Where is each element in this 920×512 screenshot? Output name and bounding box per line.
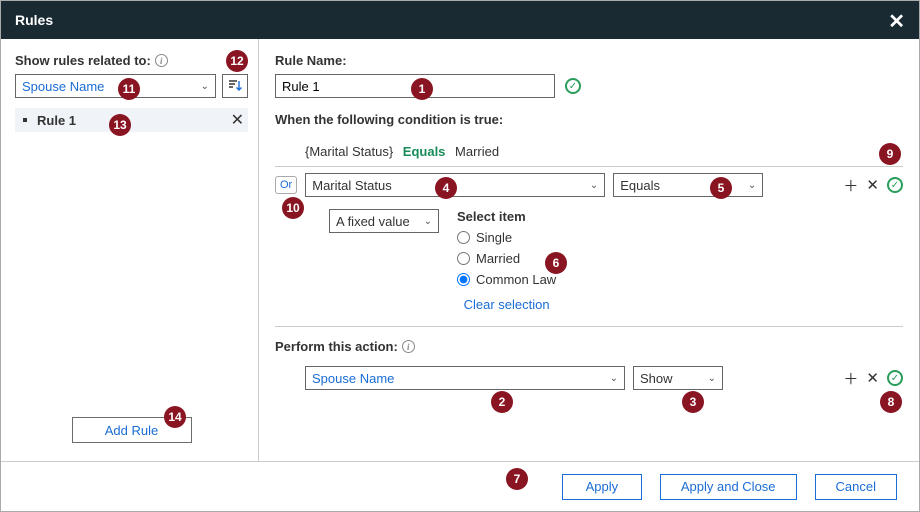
remove-action-icon[interactable]: ✕ xyxy=(866,369,879,387)
chevron-down-icon: ⌄ xyxy=(590,180,598,191)
filter-select[interactable]: Spouse Name ⌄ xyxy=(15,74,216,98)
chevron-down-icon: ⌄ xyxy=(748,180,756,191)
value-radio-group: Single Married Common Law xyxy=(457,230,556,287)
sort-button[interactable] xyxy=(222,74,248,98)
field-select[interactable]: Marital Status ⌄ xyxy=(305,173,605,197)
info-icon[interactable]: i xyxy=(402,340,415,353)
or-toggle[interactable]: Or xyxy=(275,176,297,194)
modal-footer: Apply Apply and Close Cancel xyxy=(1,461,919,511)
info-icon[interactable]: i xyxy=(155,54,168,67)
chevron-down-icon: ⌄ xyxy=(424,216,432,227)
apply-button[interactable]: Apply xyxy=(562,474,642,500)
right-panel: Rule Name: ✓ When the following conditio… xyxy=(259,39,919,461)
operator-select[interactable]: Equals ⌄ xyxy=(613,173,763,197)
perform-action-label: Perform this action: i xyxy=(275,339,903,354)
select-item-label: Select item xyxy=(457,209,556,224)
value-type-select[interactable]: A fixed value ⌄ xyxy=(329,209,439,233)
filter-label: Show rules related to: i xyxy=(15,53,248,68)
confirm-condition-icon[interactable]: ✓ xyxy=(887,177,903,193)
radio-option[interactable]: Single xyxy=(457,230,556,245)
add-rule-button[interactable]: Add Rule xyxy=(72,417,192,443)
rule-name-label: Rule Name: xyxy=(275,53,903,68)
chevron-down-icon: ⌄ xyxy=(708,373,716,384)
left-panel: Show rules related to: i Spouse Name ⌄ R… xyxy=(1,39,259,461)
apply-and-close-button[interactable]: Apply and Close xyxy=(660,474,797,500)
confirm-action-icon[interactable]: ✓ xyxy=(887,370,903,386)
check-icon: ✓ xyxy=(565,78,581,94)
clear-selection-link[interactable]: Clear selection xyxy=(457,297,556,312)
chevron-down-icon: ⌄ xyxy=(610,373,618,384)
action-row: Spouse Name ⌄ Show ⌄ ＋ ✕ ✓ xyxy=(305,366,903,390)
bullet-icon xyxy=(23,118,27,122)
cancel-button[interactable]: Cancel xyxy=(815,474,897,500)
remove-rule-icon[interactable]: ✕ xyxy=(231,110,244,130)
rule-name-input[interactable] xyxy=(275,74,555,98)
action-op-select[interactable]: Show ⌄ xyxy=(633,366,723,390)
condition-label: When the following condition is true: xyxy=(275,112,903,127)
condition-edit-row: Or Marital Status ⌄ Equals ⌄ ＋ ✕ ✓ xyxy=(275,173,903,197)
radio-option[interactable]: Common Law xyxy=(457,272,556,287)
modal-title: Rules xyxy=(15,12,53,28)
action-field-select[interactable]: Spouse Name ⌄ xyxy=(305,366,625,390)
condition-summary: {Marital Status} Equals Married xyxy=(275,137,903,166)
pencil-icon[interactable] xyxy=(883,143,897,160)
chevron-down-icon: ⌄ xyxy=(201,81,209,92)
close-icon[interactable]: ✕ xyxy=(888,9,905,34)
rule-list-item[interactable]: Rule 1 ✕ xyxy=(15,108,248,132)
remove-condition-icon[interactable]: ✕ xyxy=(866,176,879,194)
add-condition-icon[interactable]: ＋ xyxy=(843,175,858,196)
radio-option[interactable]: Married xyxy=(457,251,556,266)
modal-header: Rules ✕ xyxy=(1,1,919,39)
rule-list: Rule 1 ✕ xyxy=(15,108,248,417)
add-action-icon[interactable]: ＋ xyxy=(843,368,858,389)
